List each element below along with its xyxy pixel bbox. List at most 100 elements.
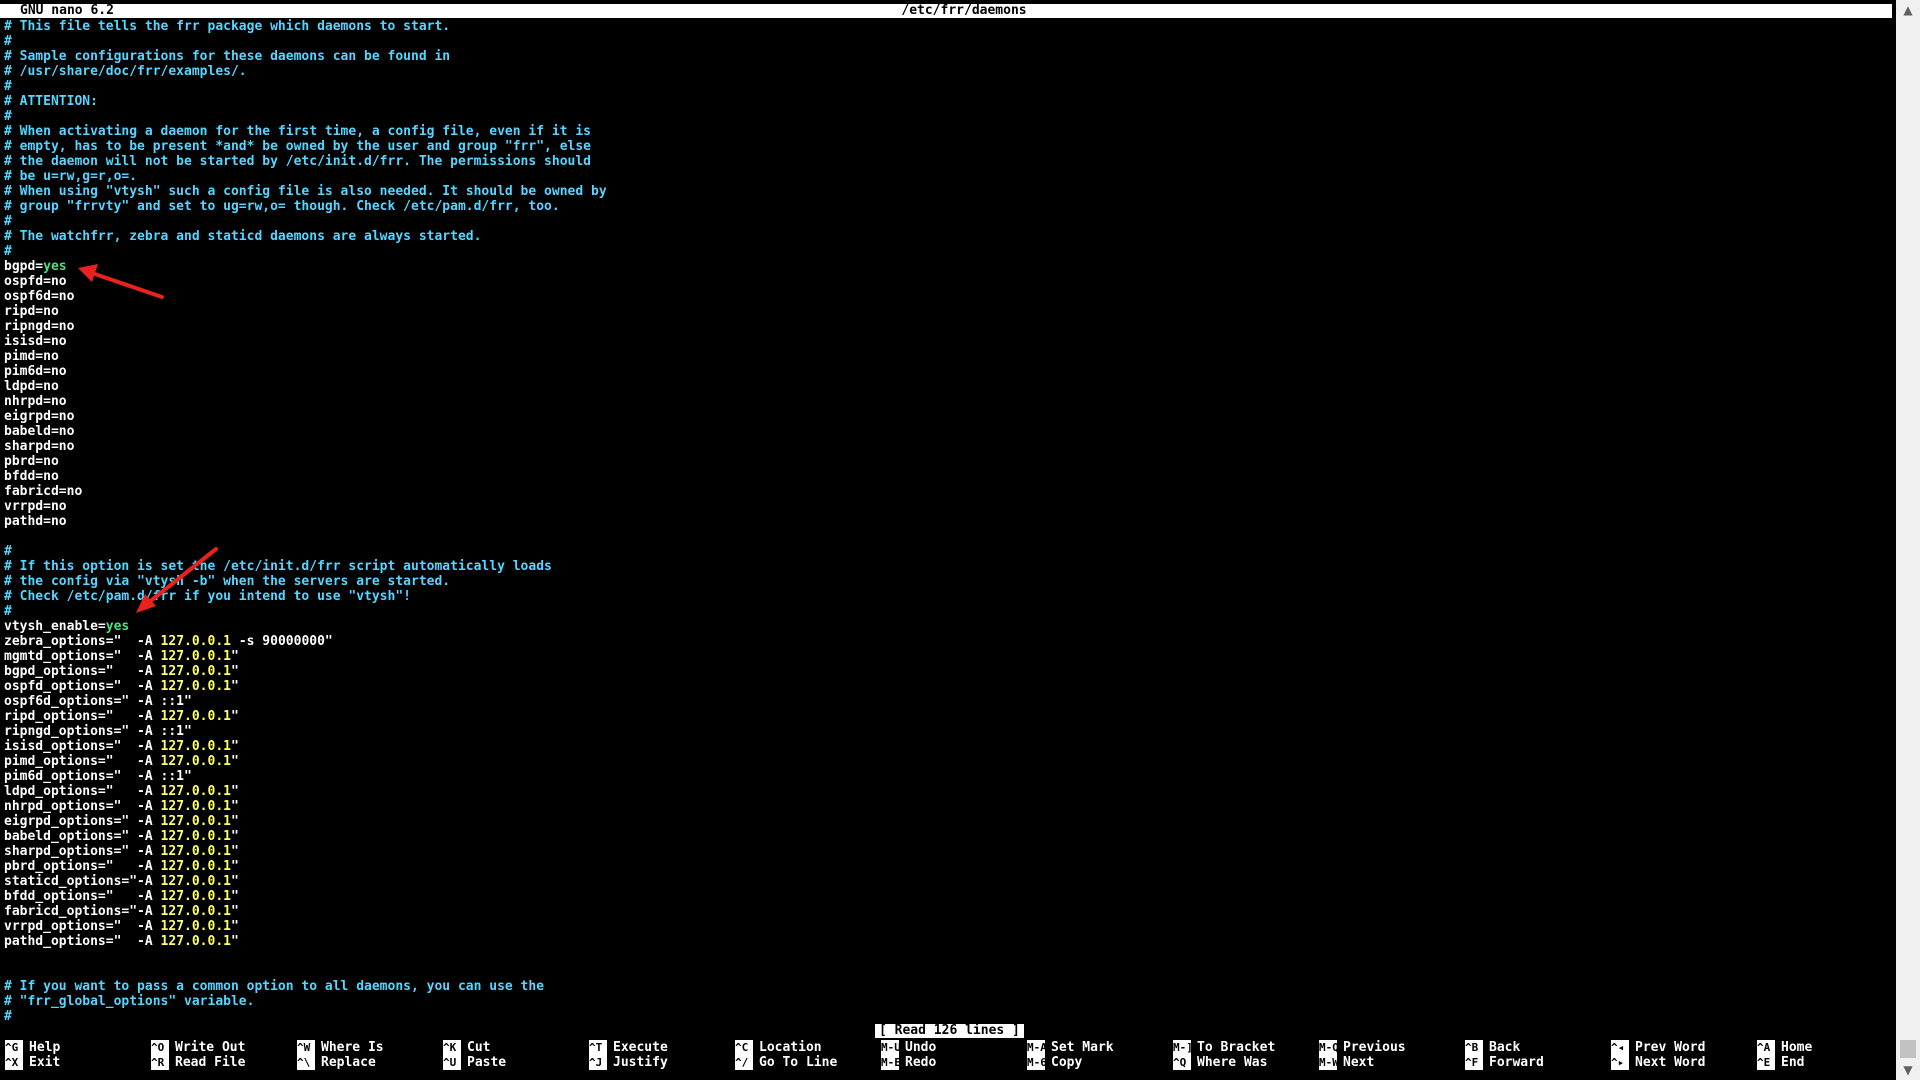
- editor-line[interactable]: vtysh_enable=yes: [4, 619, 1884, 634]
- editor-line[interactable]: pimd_options=" -A 127.0.0.1": [4, 754, 1884, 769]
- editor-buffer[interactable]: # This file tells the frr package which …: [4, 19, 1884, 1024]
- shortcut-go-to-line[interactable]: ^/ Go To Line: [735, 1055, 837, 1070]
- shortcut-next-word[interactable]: ^▸ Next Word: [1611, 1055, 1705, 1070]
- editor-line[interactable]: # When activating a daemon for the first…: [4, 124, 1884, 139]
- editor-line[interactable]: # the config via "vtysh -b" when the ser…: [4, 574, 1884, 589]
- shortcut-help[interactable]: ^G Help: [5, 1040, 60, 1055]
- editor-line[interactable]: mgmtd_options=" -A 127.0.0.1": [4, 649, 1884, 664]
- editor-line[interactable]: # This file tells the frr package which …: [4, 19, 1884, 34]
- editor-line[interactable]: ospfd=no: [4, 274, 1884, 289]
- editor-line[interactable]: ldpd=no: [4, 379, 1884, 394]
- editor-line[interactable]: vrrpd_options=" -A 127.0.0.1": [4, 919, 1884, 934]
- editor-line[interactable]: [4, 529, 1884, 544]
- editor-line[interactable]: babeld_options=" -A 127.0.0.1": [4, 829, 1884, 844]
- editor-line[interactable]: ripngd=no: [4, 319, 1884, 334]
- shortcut-prev-word[interactable]: ^◂ Prev Word: [1611, 1040, 1705, 1055]
- shortcut-cut[interactable]: ^K Cut: [443, 1040, 490, 1055]
- editor-line[interactable]: # be u=rw,g=r,o=.: [4, 169, 1884, 184]
- editor-line[interactable]: vrrpd=no: [4, 499, 1884, 514]
- shortcut-where-was[interactable]: ^Q Where Was: [1173, 1055, 1267, 1070]
- editor-line[interactable]: # Check /etc/pam.d/frr if you intend to …: [4, 589, 1884, 604]
- editor-line[interactable]: #: [4, 79, 1884, 94]
- editor-line[interactable]: bgpd=yes: [4, 259, 1884, 274]
- shortcut-location[interactable]: ^C Location: [735, 1040, 822, 1055]
- editor-line[interactable]: pathd_options=" -A 127.0.0.1": [4, 934, 1884, 949]
- editor-line[interactable]: pimd=no: [4, 349, 1884, 364]
- editor-line[interactable]: ripd_options=" -A 127.0.0.1": [4, 709, 1884, 724]
- editor-line[interactable]: nhrpd=no: [4, 394, 1884, 409]
- shortcut-undo[interactable]: M-U Undo: [881, 1040, 936, 1055]
- editor-line[interactable]: pbrd_options=" -A 127.0.0.1": [4, 859, 1884, 874]
- editor-line[interactable]: sharpd_options=" -A 127.0.0.1": [4, 844, 1884, 859]
- editor-line[interactable]: bfdd=no: [4, 469, 1884, 484]
- shortcut-execute[interactable]: ^T Execute: [589, 1040, 668, 1055]
- editor-line[interactable]: pim6d_options=" -A ::1": [4, 769, 1884, 784]
- editor-line[interactable]: # Sample configurations for these daemon…: [4, 49, 1884, 64]
- shortcut-back[interactable]: ^B Back: [1465, 1040, 1520, 1055]
- shortcut-to-bracket[interactable]: M-] To Bracket: [1173, 1040, 1275, 1055]
- line-segment: mgmtd_options=" -A: [4, 649, 161, 664]
- editor-line[interactable]: # The watchfrr, zebra and staticd daemon…: [4, 229, 1884, 244]
- editor-line[interactable]: ospf6d=no: [4, 289, 1884, 304]
- editor-line[interactable]: sharpd=no: [4, 439, 1884, 454]
- editor-line[interactable]: #: [4, 34, 1884, 49]
- editor-line[interactable]: ospf6d_options=" -A ::1": [4, 694, 1884, 709]
- line-segment: # "frr_global_options" variable.: [4, 994, 255, 1009]
- editor-line[interactable]: # /usr/share/doc/frr/examples/.: [4, 64, 1884, 79]
- editor-line[interactable]: #: [4, 244, 1884, 259]
- editor-line[interactable]: # ATTENTION:: [4, 94, 1884, 109]
- editor-line[interactable]: fabricd=no: [4, 484, 1884, 499]
- editor-line[interactable]: ospfd_options=" -A 127.0.0.1": [4, 679, 1884, 694]
- editor-line[interactable]: # the daemon will not be started by /etc…: [4, 154, 1884, 169]
- editor-line[interactable]: eigrpd=no: [4, 409, 1884, 424]
- editor-line[interactable]: #: [4, 544, 1884, 559]
- editor-line[interactable]: isisd_options=" -A 127.0.0.1": [4, 739, 1884, 754]
- shortcut-copy[interactable]: M-6 Copy: [1027, 1055, 1082, 1070]
- scroll-down-icon[interactable]: ▼: [1896, 1060, 1920, 1080]
- editor-line[interactable]: #: [4, 109, 1884, 124]
- shortcut-home[interactable]: ^A Home: [1757, 1040, 1812, 1055]
- shortcut-justify[interactable]: ^J Justify: [589, 1055, 668, 1070]
- editor-line[interactable]: # "frr_global_options" variable.: [4, 994, 1884, 1009]
- editor-line[interactable]: fabricd_options="-A 127.0.0.1": [4, 904, 1884, 919]
- shortcut-next[interactable]: M-W Next: [1319, 1055, 1374, 1070]
- shortcut-replace[interactable]: ^\ Replace: [297, 1055, 376, 1070]
- editor-line[interactable]: pathd=no: [4, 514, 1884, 529]
- editor-line[interactable]: isisd=no: [4, 334, 1884, 349]
- editor-line[interactable]: bfdd_options=" -A 127.0.0.1": [4, 889, 1884, 904]
- editor-line[interactable]: nhrpd_options=" -A 127.0.0.1": [4, 799, 1884, 814]
- shortcut-set-mark[interactable]: M-A Set Mark: [1027, 1040, 1114, 1055]
- editor-line[interactable]: ripngd_options=" -A ::1": [4, 724, 1884, 739]
- editor-line[interactable]: pbrd=no: [4, 454, 1884, 469]
- shortcut-forward[interactable]: ^F Forward: [1465, 1055, 1544, 1070]
- editor-line[interactable]: ldpd_options=" -A 127.0.0.1": [4, 784, 1884, 799]
- scroll-up-icon[interactable]: ▲: [1896, 0, 1920, 20]
- editor-line[interactable]: #: [4, 1009, 1884, 1024]
- shortcut-previous[interactable]: M-Q Previous: [1319, 1040, 1406, 1055]
- editor-line[interactable]: bgpd_options=" -A 127.0.0.1": [4, 664, 1884, 679]
- editor-line[interactable]: ripd=no: [4, 304, 1884, 319]
- editor-line[interactable]: # If you want to pass a common option to…: [4, 979, 1884, 994]
- editor-line[interactable]: staticd_options="-A 127.0.0.1": [4, 874, 1884, 889]
- editor-line[interactable]: eigrpd_options=" -A 127.0.0.1": [4, 814, 1884, 829]
- shortcut-end[interactable]: ^E End: [1757, 1055, 1804, 1070]
- editor-line[interactable]: zebra_options=" -A 127.0.0.1 -s 90000000…: [4, 634, 1884, 649]
- editor-line[interactable]: # When using "vtysh" such a config file …: [4, 184, 1884, 199]
- editor-line[interactable]: # group "frrvty" and set to ug=rw,o= tho…: [4, 199, 1884, 214]
- vertical-scrollbar[interactable]: ▲ ▼: [1896, 0, 1920, 1080]
- editor-line[interactable]: [4, 964, 1884, 979]
- scroll-thumb[interactable]: [1900, 1040, 1916, 1058]
- shortcut-read-file[interactable]: ^R Read File: [151, 1055, 245, 1070]
- shortcut-write-out[interactable]: ^O Write Out: [151, 1040, 245, 1055]
- editor-line[interactable]: pim6d=no: [4, 364, 1884, 379]
- editor-line[interactable]: # If this option is set the /etc/init.d/…: [4, 559, 1884, 574]
- editor-line[interactable]: babeld=no: [4, 424, 1884, 439]
- shortcut-paste[interactable]: ^U Paste: [443, 1055, 506, 1070]
- editor-line[interactable]: # empty, has to be present *and* be owne…: [4, 139, 1884, 154]
- shortcut-exit[interactable]: ^X Exit: [5, 1055, 60, 1070]
- shortcut-where-is[interactable]: ^W Where Is: [297, 1040, 384, 1055]
- editor-line[interactable]: #: [4, 604, 1884, 619]
- shortcut-redo[interactable]: M-E Redo: [881, 1055, 936, 1070]
- editor-line[interactable]: #: [4, 214, 1884, 229]
- editor-line[interactable]: [4, 949, 1884, 964]
